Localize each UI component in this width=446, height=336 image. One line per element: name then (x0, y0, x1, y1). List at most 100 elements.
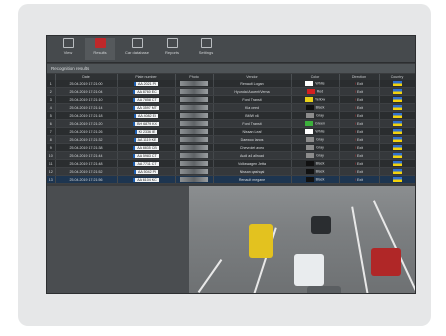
row-photo (175, 95, 214, 104)
row-country (379, 87, 415, 96)
row-photo (175, 167, 214, 176)
table-row[interactable]: 11 25.04.2019 17:21:48 AA 7711 CT Volkswage… (47, 159, 415, 168)
toolbar-settings-button[interactable]: Settings (191, 38, 221, 60)
row-country (379, 95, 415, 104)
row-country (379, 151, 415, 160)
plate-photo-thumbnail[interactable] (180, 128, 208, 134)
plate-number: AA 2021 PI (134, 81, 158, 86)
ukraine-flag-icon (392, 81, 402, 86)
results-icon (94, 38, 106, 48)
table-row[interactable]: 6 25.04.2019 17:21:20 BH 6879 KX Ford Trans… (47, 119, 415, 128)
alert-icon: ! (355, 121, 356, 126)
color-swatch (305, 81, 314, 86)
row-direction: ! Exit (339, 175, 380, 184)
row-color: White (291, 80, 340, 88)
plate-photo-thumbnail[interactable] (180, 152, 208, 158)
direction-label: Exit (357, 129, 363, 134)
plate-photo-thumbnail[interactable] (180, 160, 208, 166)
plate-photo-thumbnail[interactable] (180, 112, 208, 118)
direction-label: Exit (357, 121, 363, 126)
row-date: 25.04.2019 17:21:20 (55, 119, 118, 128)
toolbar-view-button[interactable]: View (53, 38, 83, 60)
row-photo (175, 175, 214, 184)
table-row[interactable]: 13 25.04.2019 17:21:56 AA 6104 KC Renault m… (47, 175, 415, 184)
color-label: Gray (316, 145, 324, 150)
row-vendor: Volkswagen Jetta (213, 159, 292, 168)
color-swatch (305, 177, 314, 182)
table-row[interactable]: 2 25.04.2019 17:21:04 AA 8760 EC Hyundai Ac… (47, 87, 415, 96)
row-direction: ! Exit (339, 103, 380, 112)
ukraine-flag-icon (392, 137, 402, 142)
color-label: Gray (316, 113, 324, 118)
row-direction: ! Exit (339, 80, 380, 88)
plate-number: BH 6879 KX (133, 121, 159, 126)
row-color: Yellow (291, 95, 340, 104)
row-direction: ! Exit (339, 119, 380, 128)
color-swatch (306, 113, 315, 118)
plate-photo-thumbnail[interactable] (180, 144, 208, 150)
row-vendor: Ford Transit (213, 95, 292, 104)
row-date: 25.04.2019 17:21:10 (55, 95, 118, 104)
direction-label: Exit (357, 97, 363, 102)
table-row[interactable]: 10 25.04.2019 17:21:44 AA 5983 CT Audi a4 a… (47, 151, 415, 160)
plate-photo-thumbnail[interactable] (180, 120, 208, 126)
row-country (379, 103, 415, 112)
row-photo (175, 143, 214, 152)
row-vendor: Ford Transit (213, 119, 292, 128)
row-vendor: Renault Logan (213, 80, 292, 88)
table-row[interactable]: 3 25.04.2019 17:21:10 AA 7858 CT Ford Trans… (47, 95, 415, 104)
row-country (379, 175, 415, 184)
row-plate: AA 7711 CT (117, 159, 176, 168)
toolbar-reports-button[interactable]: Reports (157, 38, 187, 60)
alert-icon: ! (355, 113, 356, 118)
color-label: Black (315, 169, 325, 174)
plate-photo-thumbnail[interactable] (180, 80, 208, 86)
row-country (379, 80, 415, 88)
row-country (379, 167, 415, 176)
plate-number: KI 2336 IE (134, 129, 158, 134)
row-index: 7 (47, 127, 56, 136)
toolbar-car-database-button[interactable]: Car database (119, 38, 155, 60)
row-color: White (291, 127, 340, 136)
table-row[interactable]: 8 25.04.2019 17:21:32 AA 1119 KE Daewoo lan… (47, 135, 415, 144)
plate-photo-thumbnail[interactable] (180, 176, 208, 182)
reports-icon (166, 38, 178, 48)
table-row[interactable]: 5 25.04.2019 17:21:18 AA 4082 EI BMW x6 Gray… (47, 111, 415, 120)
direction-label: Exit (357, 153, 363, 158)
table-row[interactable]: 4 25.04.2019 17:21:14 AA 3597 MT Kia ceed Bl… (47, 103, 415, 112)
plate-photo-thumbnail[interactable] (180, 136, 208, 142)
color-swatch (306, 137, 315, 142)
row-color: Gray (291, 151, 340, 160)
row-plate: BH 6879 KX (117, 119, 176, 128)
row-photo (175, 127, 214, 136)
row-plate: AA 1119 KE (117, 135, 176, 144)
toolbar-results-button[interactable]: Results (85, 38, 115, 60)
plate-photo-thumbnail[interactable] (180, 168, 208, 174)
camera-feed[interactable] (189, 186, 415, 293)
row-direction: ! Exit (339, 127, 380, 136)
table-row[interactable]: 12 25.04.2019 17:21:52 AA 5042 PI Nissan qa… (47, 167, 415, 176)
empty-panel (47, 186, 189, 293)
alert-icon: ! (355, 105, 356, 110)
color-label: Red (316, 89, 324, 94)
table-row[interactable]: 7 25.04.2019 17:21:26 KI 2336 IE Nissan Lea… (47, 127, 415, 136)
row-index: 8 (47, 135, 56, 144)
plate-photo-thumbnail[interactable] (180, 88, 208, 94)
plate-number: AA 1119 KE (133, 137, 159, 142)
plate-number: AA 8835 CB (133, 145, 159, 150)
view-icon (62, 38, 74, 48)
row-direction: ! Exit (339, 159, 380, 168)
color-label: Gray (316, 137, 324, 142)
table-row[interactable]: 9 25.04.2019 17:21:38 AA 8835 CB Chevrolet … (47, 143, 415, 152)
ukraine-flag-icon (392, 169, 402, 174)
row-photo (175, 135, 214, 144)
plate-photo-thumbnail[interactable] (180, 96, 208, 102)
table-row[interactable]: 1 25.04.2019 17:21:00 AA 2021 PI Renault Lo… (47, 80, 415, 88)
plate-photo-thumbnail[interactable] (180, 104, 208, 110)
row-direction: ! Exit (339, 167, 380, 176)
toolbar-view-label: View (63, 50, 73, 55)
vehicle-white-car (294, 254, 324, 286)
row-index: 3 (47, 95, 56, 104)
row-index: 11 (47, 159, 56, 168)
ukraine-flag-icon (392, 161, 402, 166)
